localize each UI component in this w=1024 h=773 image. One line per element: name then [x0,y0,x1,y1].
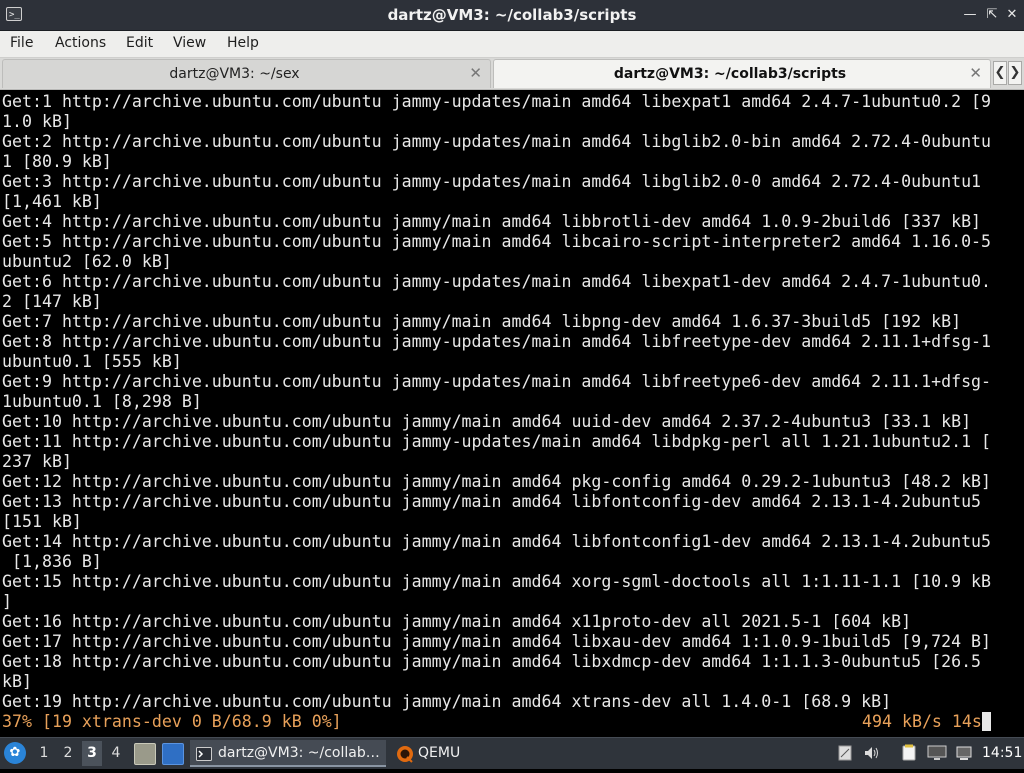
terminal-line: Get:11 http://archive.ubuntu.com/ubuntu … [2,432,992,451]
menu-edit[interactable]: Edit [126,31,153,57]
terminal-line: Get:19 http://archive.ubuntu.com/ubuntu … [2,692,892,711]
menu-file[interactable]: File [10,31,33,57]
clock: 14:51 [982,745,1023,761]
terminal-line: 1ubuntu0.1 [8,298 B] [2,392,202,411]
minimize-icon[interactable]: — [961,6,979,24]
terminal-icon [196,745,212,761]
tab-scripts[interactable]: dartz@VM3: ~/collab3/scripts ✕ [493,59,991,88]
workspace-3[interactable]: 3 [82,741,102,766]
terminal-line: [151 kB] [2,512,82,531]
terminal-line: Get:6 http://archive.ubuntu.com/ubuntu j… [2,272,992,291]
tab-scroll-right-icon[interactable]: ❯ [1008,61,1022,85]
tab-close-icon[interactable]: ✕ [469,60,482,87]
terminal-line: kB] [2,672,32,691]
terminal-output: Get:1 http://archive.ubuntu.com/ubuntu j… [2,92,994,732]
task-qemu[interactable]: QEMU [390,740,490,767]
maximize-icon[interactable]: ⇱ [983,6,1001,24]
terminal-line: 2 [147 kB] [2,292,102,311]
clipboard-tray-icon[interactable] [836,744,854,762]
workspace-2[interactable]: 2 [58,741,78,766]
menu-actions[interactable]: Actions [55,31,106,57]
terminal-line: Get:13 http://archive.ubuntu.com/ubuntu … [2,492,982,511]
task-label: dartz@VM3: ~/collab… [218,745,380,761]
menu-view[interactable]: View [173,31,206,57]
display-tray-icon[interactable] [927,744,947,762]
terminal-line: ubuntu0.1 [555 kB] [2,352,182,371]
window-titlebar[interactable]: >_ dartz@VM3: ~/collab3/scripts — ⇱ ✕ [0,0,1024,31]
terminal-line: Get:2 http://archive.ubuntu.com/ubuntu j… [2,132,992,151]
task-label: QEMU [418,745,461,761]
terminal-line: Get:15 http://archive.ubuntu.com/ubuntu … [2,572,992,591]
terminal-line: 237 kB] [2,452,72,471]
terminal-cursor [982,712,991,731]
terminal-line: Get:7 http://archive.ubuntu.com/ubuntu j… [2,312,962,331]
volume-icon[interactable] [863,744,881,762]
menu-bar: File Actions Edit View Help [0,31,1024,58]
progress-left: 37% [19 xtrans-dev 0 B/68.9 kB 0%] [2,712,342,731]
terminal-line: ubuntu2 [62.0 kB] [2,252,172,271]
terminal-line: 1 [80.9 kB] [2,152,112,171]
tab-label: dartz@VM3: ~/sex [169,66,300,82]
terminal-line: Get:4 http://archive.ubuntu.com/ubuntu j… [2,212,982,231]
apt-progress-status: 37% [19 xtrans-dev 0 B/68.9 kB 0%] 494 kB… [2,712,994,732]
show-desktop-icon[interactable] [162,743,184,765]
workspace-1[interactable]: 1 [34,741,54,766]
terminal-line: Get:3 http://archive.ubuntu.com/ubuntu j… [2,172,982,191]
notes-tray-icon[interactable] [900,744,918,762]
terminal-line: ] [2,592,12,611]
tab-scroll-left-icon[interactable]: ❮ [993,61,1007,85]
tab-label: dartz@VM3: ~/collab3/scripts [613,66,847,82]
terminal-line: Get:18 http://archive.ubuntu.com/ubuntu … [2,652,982,671]
terminal-line: Get:1 http://archive.ubuntu.com/ubuntu j… [2,92,992,111]
terminal-line: Get:14 http://archive.ubuntu.com/ubuntu … [2,532,992,551]
task-terminal[interactable]: dartz@VM3: ~/collab… [190,740,386,767]
file-manager-icon[interactable] [134,743,156,765]
terminal-line: Get:9 http://archive.ubuntu.com/ubuntu j… [2,372,992,391]
terminal-line: Get:8 http://archive.ubuntu.com/ubuntu j… [2,332,992,351]
terminal-line: 1.0 kB] [2,112,72,131]
window-title: dartz@VM3: ~/collab3/scripts [387,6,637,24]
qemu-icon [396,745,413,763]
progress-right: 494 kB/s 14s [862,712,982,731]
start-menu-icon[interactable]: ✿ [4,742,26,764]
terminal-line: [1,836 B] [2,552,102,571]
terminal-view[interactable]: Get:1 http://archive.ubuntu.com/ubuntu j… [0,90,1024,736]
close-icon[interactable]: ✕ [1003,6,1021,24]
taskbar: ✿ 1 2 3 4 dartz@VM3: ~/collab… QEMU 14:5… [0,737,1024,769]
network-tray-icon[interactable] [955,744,973,762]
tab-close-icon[interactable]: ✕ [969,60,982,87]
terminal-line: Get:10 http://archive.ubuntu.com/ubuntu … [2,412,972,431]
tab-bar: dartz@VM3: ~/sex ✕ dartz@VM3: ~/collab3/… [0,58,1024,90]
terminal-line: [1,461 kB] [2,192,102,211]
workspace-4[interactable]: 4 [106,741,126,766]
terminal-line: Get:12 http://archive.ubuntu.com/ubuntu … [2,472,992,491]
tab-sex[interactable]: dartz@VM3: ~/sex ✕ [2,59,491,88]
terminal-line: Get:5 http://archive.ubuntu.com/ubuntu j… [2,232,992,251]
terminal-line: Get:16 http://archive.ubuntu.com/ubuntu … [2,612,912,631]
menu-help[interactable]: Help [227,31,259,57]
terminal-line: Get:17 http://archive.ubuntu.com/ubuntu … [2,632,992,651]
